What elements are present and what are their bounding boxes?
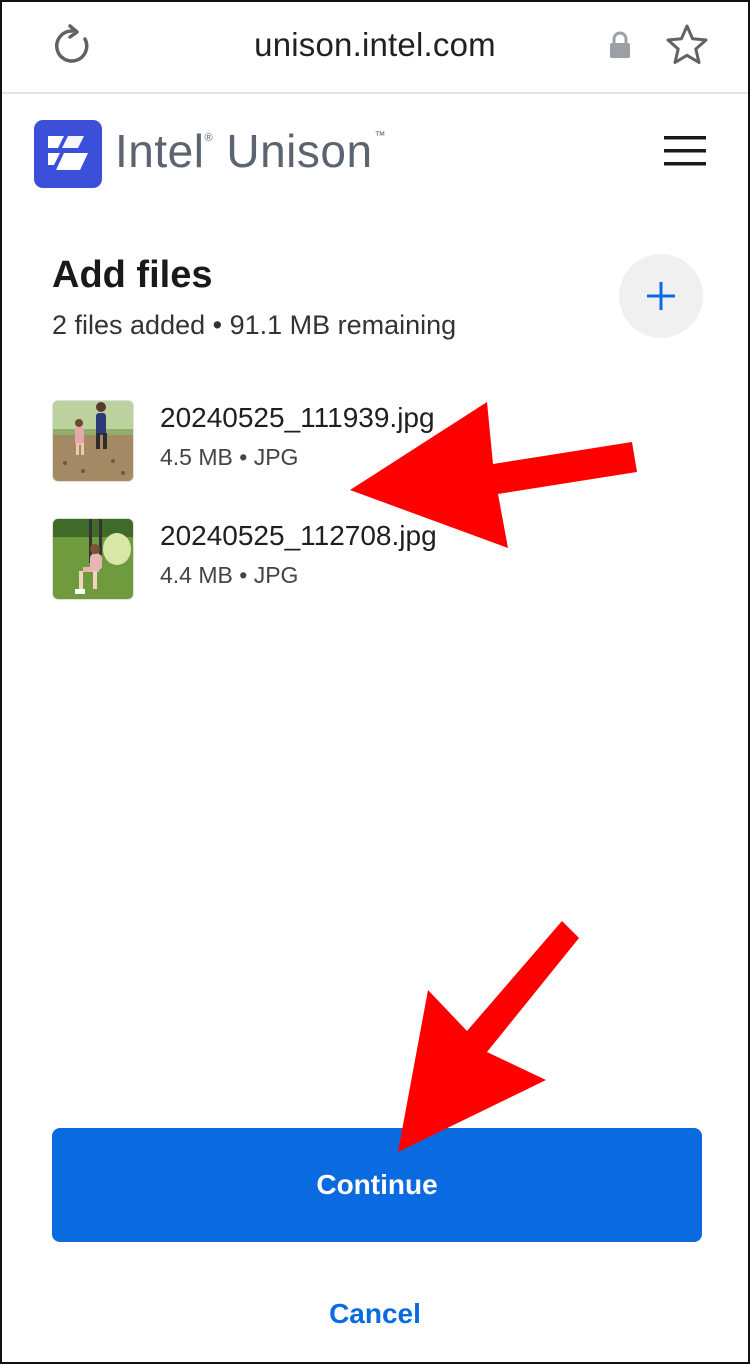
brand-name-intel: Intel bbox=[115, 125, 205, 177]
cancel-button[interactable]: Cancel bbox=[0, 1298, 750, 1330]
file-row[interactable]: 20240525_111939.jpg 4.5 MB • JPG bbox=[52, 400, 652, 484]
file-name: 20240525_111939.jpg bbox=[160, 402, 435, 433]
file-thumbnail bbox=[52, 518, 134, 600]
intel-unison-logo[interactable] bbox=[34, 120, 102, 188]
menu-icon[interactable] bbox=[664, 134, 706, 168]
brand-name: Intel® Unison ™ bbox=[115, 124, 386, 178]
file-name: 20240525_112708.jpg bbox=[160, 520, 437, 551]
add-file-button[interactable] bbox=[619, 254, 703, 338]
files-summary: 2 files added • 91.1 MB remaining bbox=[52, 310, 457, 340]
browser-url-bar: unison.intel.com bbox=[2, 2, 748, 94]
lock-icon[interactable] bbox=[608, 30, 632, 60]
trademark-mark: ™ bbox=[374, 130, 387, 142]
file-meta: 4.4 MB • JPG bbox=[160, 562, 299, 588]
file-thumbnail bbox=[52, 400, 134, 482]
star-icon[interactable] bbox=[664, 22, 710, 68]
url-text[interactable]: unison.intel.com bbox=[2, 26, 748, 64]
page-title: Add files bbox=[52, 254, 213, 296]
continue-button[interactable]: Continue bbox=[52, 1128, 702, 1242]
file-row[interactable]: 20240525_112708.jpg 4.4 MB • JPG bbox=[52, 518, 652, 602]
file-meta: 4.5 MB • JPG bbox=[160, 444, 299, 470]
brand-name-product: Unison bbox=[213, 125, 373, 177]
registered-mark: ® bbox=[204, 132, 214, 144]
plus-icon bbox=[647, 282, 675, 310]
